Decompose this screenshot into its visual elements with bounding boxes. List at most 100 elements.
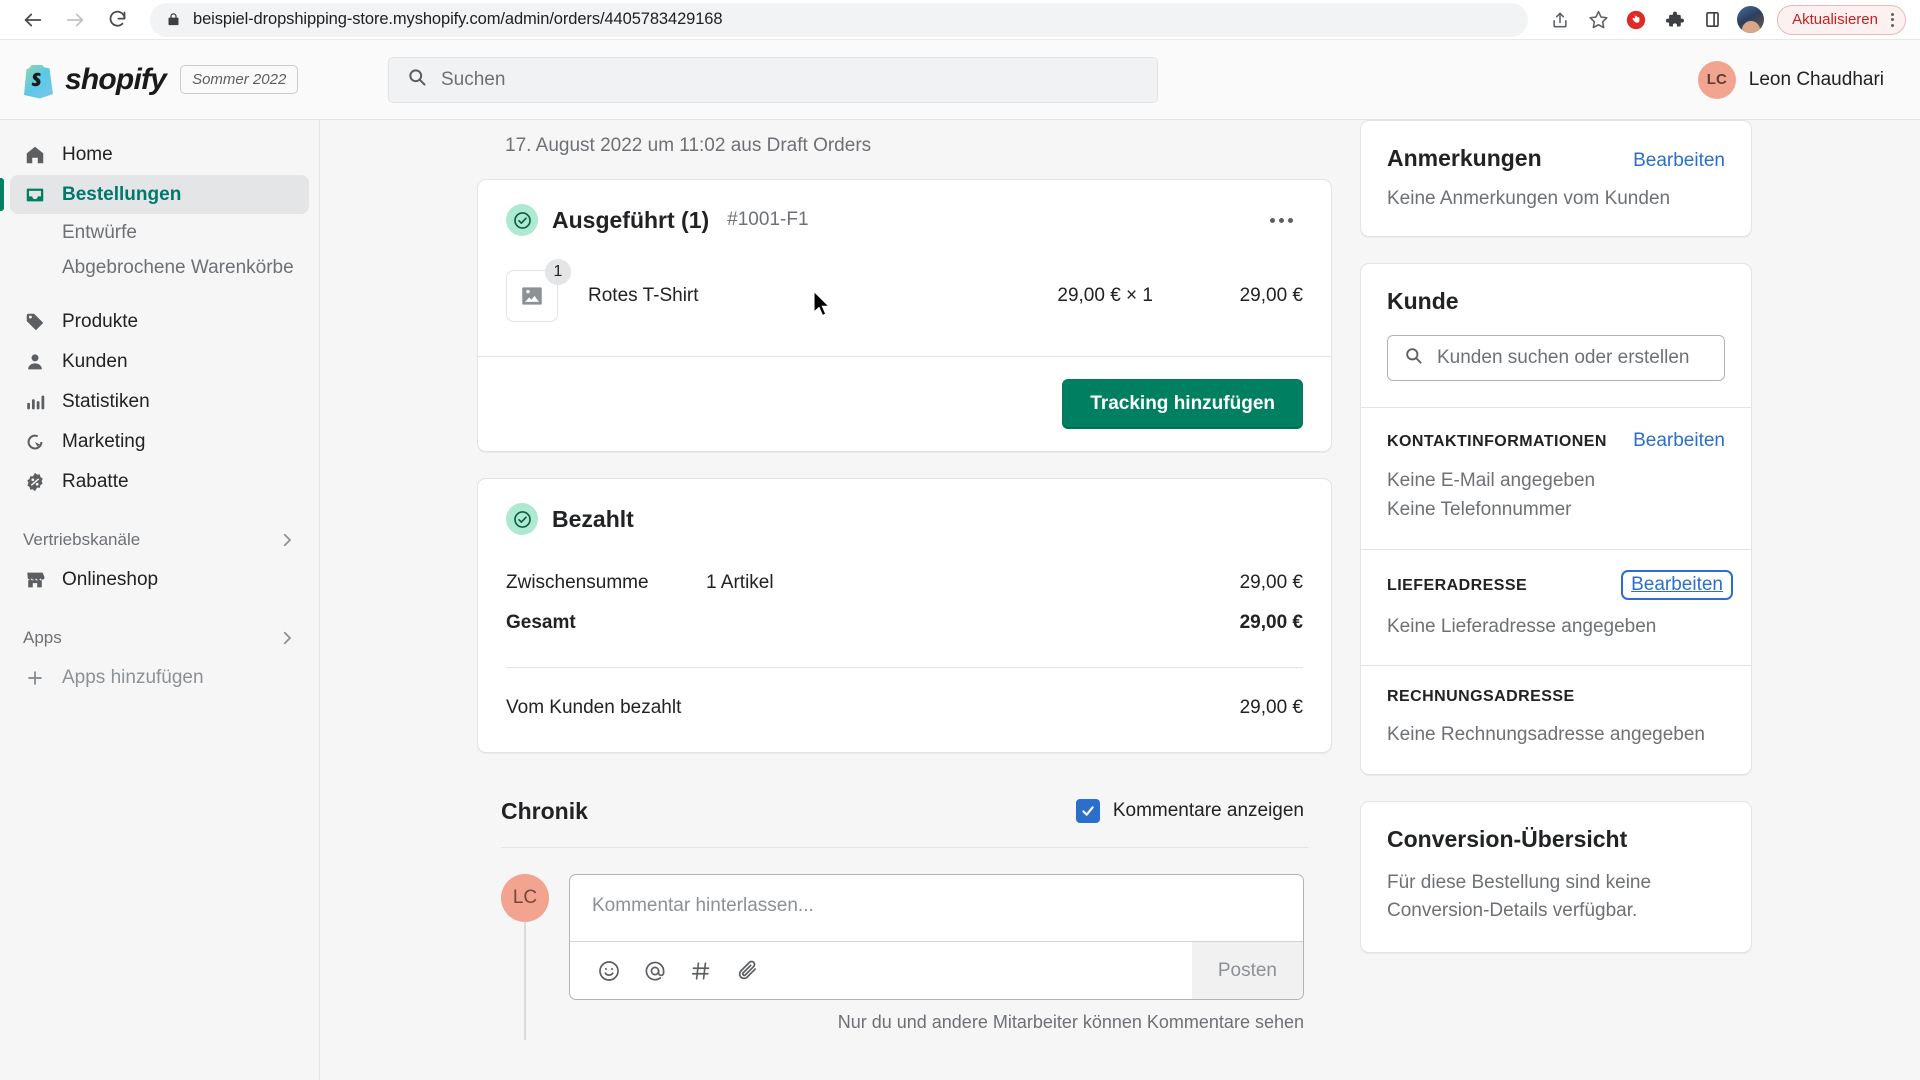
shopify-logo[interactable]: shopify	[22, 61, 167, 99]
hashtag-icon[interactable]	[678, 948, 724, 994]
total-label: Gesamt	[506, 612, 576, 633]
sidebar-item-discounts[interactable]: Rabatte	[10, 463, 309, 502]
contact-information-section: KONTAKTINFORMATIONEN Bearbeiten Keine E-…	[1361, 407, 1751, 549]
chrome-menu-icon[interactable]	[1884, 12, 1901, 27]
sidebar-item-marketing-label: Marketing	[62, 431, 146, 453]
sidebar-group-apps[interactable]: Apps	[0, 618, 319, 658]
customer-title: Kunde	[1387, 288, 1459, 314]
customer-card-header: Kunde	[1361, 264, 1751, 315]
sidebar-subitem-abandoned-carts[interactable]: Abgebrochene Warenkörbe	[10, 250, 309, 285]
search-icon	[1404, 346, 1423, 370]
emoji-icon[interactable]	[586, 948, 632, 994]
update-button[interactable]: Aktualisieren	[1777, 4, 1906, 35]
customer-search-input[interactable]: Kunden suchen oder erstellen	[1387, 335, 1725, 381]
line-item-name[interactable]: Rotes T-Shirt	[588, 285, 943, 307]
paid-label: Vom Kunden bezahlt	[506, 697, 682, 718]
payment-totals: Zwischensumme 1 Artikel 29,00 € Gesamt 2…	[478, 541, 1331, 653]
adblock-icon[interactable]	[1618, 2, 1654, 38]
app-body: Home Bestellungen Entwürfe Abgebrochene …	[0, 120, 1920, 1080]
forward-arrow-icon[interactable]	[56, 1, 94, 39]
timeline-stem	[524, 922, 526, 1040]
extensions-puzzle-icon[interactable]	[1656, 2, 1692, 38]
orders-icon	[23, 183, 47, 207]
sidepanel-icon[interactable]	[1694, 2, 1730, 38]
home-icon	[23, 143, 47, 167]
account-menu[interactable]: LC Leon Chaudhari	[1697, 60, 1898, 99]
add-tracking-button[interactable]: Tracking hinzufügen	[1062, 379, 1303, 429]
check-circle-icon	[506, 503, 538, 535]
conversion-body: Für diese Bestellung sind keine Conversi…	[1387, 871, 1652, 922]
contact-edit-link[interactable]: Bearbeiten	[1633, 430, 1725, 452]
bookmark-star-icon[interactable]	[1580, 2, 1616, 38]
discount-icon	[23, 470, 47, 494]
address-bar[interactable]: beispiel-dropshipping-store.myshopify.co…	[150, 2, 1529, 37]
sidebar-item-products[interactable]: Produkte	[10, 303, 309, 342]
sidebar-item-add-apps[interactable]: Apps hinzufügen	[10, 659, 309, 698]
user-name-label: Leon Chaudhari	[1748, 68, 1884, 90]
fulfillment-reference: #1001-F1	[727, 209, 809, 230]
subtotal-row: Zwischensumme 1 Artikel 29,00 €	[506, 563, 1303, 603]
global-search-placeholder: Suchen	[441, 68, 506, 90]
sidebar-group-apps-label: Apps	[23, 627, 62, 647]
tag-icon	[23, 310, 47, 334]
sidebar-item-customers-label: Kunden	[62, 351, 128, 373]
shipping-edit-link[interactable]: Bearbeiten	[1621, 569, 1733, 600]
sidebar-item-add-apps-label: Apps hinzufügen	[62, 667, 204, 689]
timeline-title: Chronik	[501, 797, 588, 824]
mention-icon[interactable]	[632, 948, 678, 994]
sidebar-subitem-drafts[interactable]: Entwürfe	[10, 215, 309, 250]
billing-address-section: RECHNUNGSADRESSE Keine Rechnungsadresse …	[1361, 665, 1751, 773]
timeline-header: Chronik Kommentare anzeigen	[477, 783, 1332, 839]
comment-input[interactable]: Kommentar hinterlassen...	[570, 875, 1303, 941]
primary-navigation: Home Bestellungen Entwürfe Abgebrochene …	[0, 120, 320, 1080]
billing-address-text: Keine Rechnungsadresse angegeben	[1387, 724, 1705, 746]
show-comments-toggle[interactable]: Kommentare anzeigen	[1075, 799, 1304, 823]
order-detail-page: 17. August 2022 um 11:02 aus Draft Order…	[320, 120, 1920, 1080]
sidebar-item-online-store-label: Onlineshop	[62, 569, 159, 591]
notes-edit-link[interactable]: Bearbeiten	[1633, 150, 1725, 172]
target-icon	[23, 430, 47, 454]
fulfillment-card: Ausgeführt (1) #1001-F1 1 Rotes T-Shirt …	[477, 179, 1332, 452]
share-icon[interactable]	[1542, 2, 1578, 38]
reload-icon[interactable]	[98, 1, 136, 39]
attachment-icon[interactable]	[724, 948, 770, 994]
shipping-address-text: Keine Lieferadresse angegeben	[1387, 615, 1657, 637]
fulfillment-card-header: Ausgeführt (1) #1001-F1	[478, 180, 1331, 242]
checkbox-icon[interactable]	[1075, 799, 1100, 823]
back-arrow-icon[interactable]	[14, 1, 52, 39]
sidebar-item-marketing[interactable]: Marketing	[10, 423, 309, 462]
comment-box[interactable]: Kommentar hinterlassen... Posten	[569, 874, 1304, 1000]
sidebar-item-analytics[interactable]: Statistiken	[10, 383, 309, 422]
sidebar-group-sales-channels[interactable]: Vertriebskanäle	[0, 520, 319, 560]
sidebar-item-customers[interactable]: Kunden	[10, 343, 309, 382]
global-search-input[interactable]: Suchen	[388, 56, 1158, 103]
order-side-column: Anmerkungen Bearbeiten Keine Anmerkungen…	[1360, 120, 1752, 1080]
sidebar-item-online-store[interactable]: Onlineshop	[10, 561, 309, 600]
conversion-card-header: Conversion-Übersicht	[1361, 802, 1751, 853]
comment-visibility-note: Nur du und andere Mitarbeiter können Kom…	[837, 1012, 1304, 1032]
timeline-section: Chronik Kommentare anzeigen LC Kommentar…	[477, 779, 1332, 1040]
line-item-thumbnail: 1	[506, 259, 571, 322]
subtotal-detail: 1 Artikel	[706, 572, 774, 593]
comment-toolbar: Posten	[570, 941, 1303, 999]
subtotal-label: Zwischensumme	[506, 572, 649, 593]
shopify-topbar: shopify Sommer 2022 Suchen LC Leon Chaud…	[0, 40, 1920, 120]
sidebar-item-home[interactable]: Home	[10, 135, 309, 174]
sidebar-group-sales-channels-label: Vertriebskanäle	[23, 529, 141, 549]
contact-phone-text: Keine Telefonnummer	[1387, 499, 1572, 521]
post-comment-button[interactable]: Posten	[1191, 942, 1303, 999]
conversion-summary-card: Conversion-Übersicht Für diese Bestellun…	[1360, 800, 1752, 953]
check-circle-icon	[506, 204, 538, 236]
sidebar-item-orders[interactable]: Bestellungen	[0, 175, 309, 214]
contact-heading: KONTAKTINFORMATIONEN	[1387, 433, 1607, 450]
browser-profile-avatar[interactable]	[1737, 6, 1765, 33]
bars-icon	[23, 390, 47, 414]
total-row: Gesamt 29,00 €	[506, 603, 1303, 643]
customer-card: Kunde Kunden suchen oder erstellen KONTA…	[1360, 263, 1752, 775]
url-text: beispiel-dropshipping-store.myshopify.co…	[193, 10, 723, 28]
payment-title: Bezahlt	[552, 505, 634, 532]
ellipsis-icon[interactable]	[1260, 210, 1303, 231]
fulfillment-card-footer: Tracking hinzufügen	[478, 356, 1331, 451]
paid-by-customer-row: Vom Kunden bezahlt 29,00 €	[478, 668, 1331, 752]
fulfillment-title: Ausgeführt (1)	[552, 206, 710, 233]
